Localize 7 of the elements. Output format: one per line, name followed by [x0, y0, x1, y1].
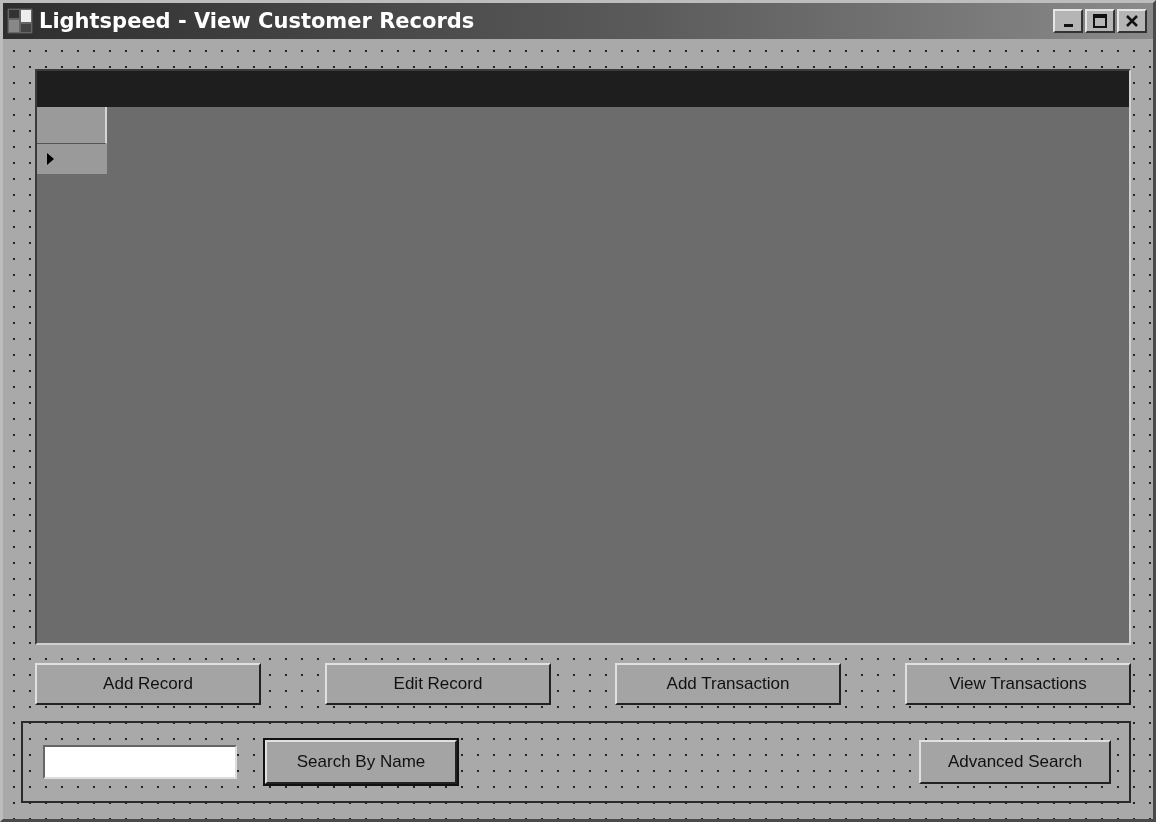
record-button[interactable]: Edit Record	[325, 663, 551, 705]
record-button[interactable]: View Transactions	[905, 663, 1131, 705]
record-button[interactable]: Add Transaction	[615, 663, 841, 705]
search-button[interactable]: Search By Name	[265, 740, 457, 784]
record-button[interactable]: Add Record	[35, 663, 261, 705]
window-title: Lightspeed - View Customer Records	[39, 9, 476, 33]
advanced-search-button[interactable]: Advanced Search	[919, 740, 1111, 784]
